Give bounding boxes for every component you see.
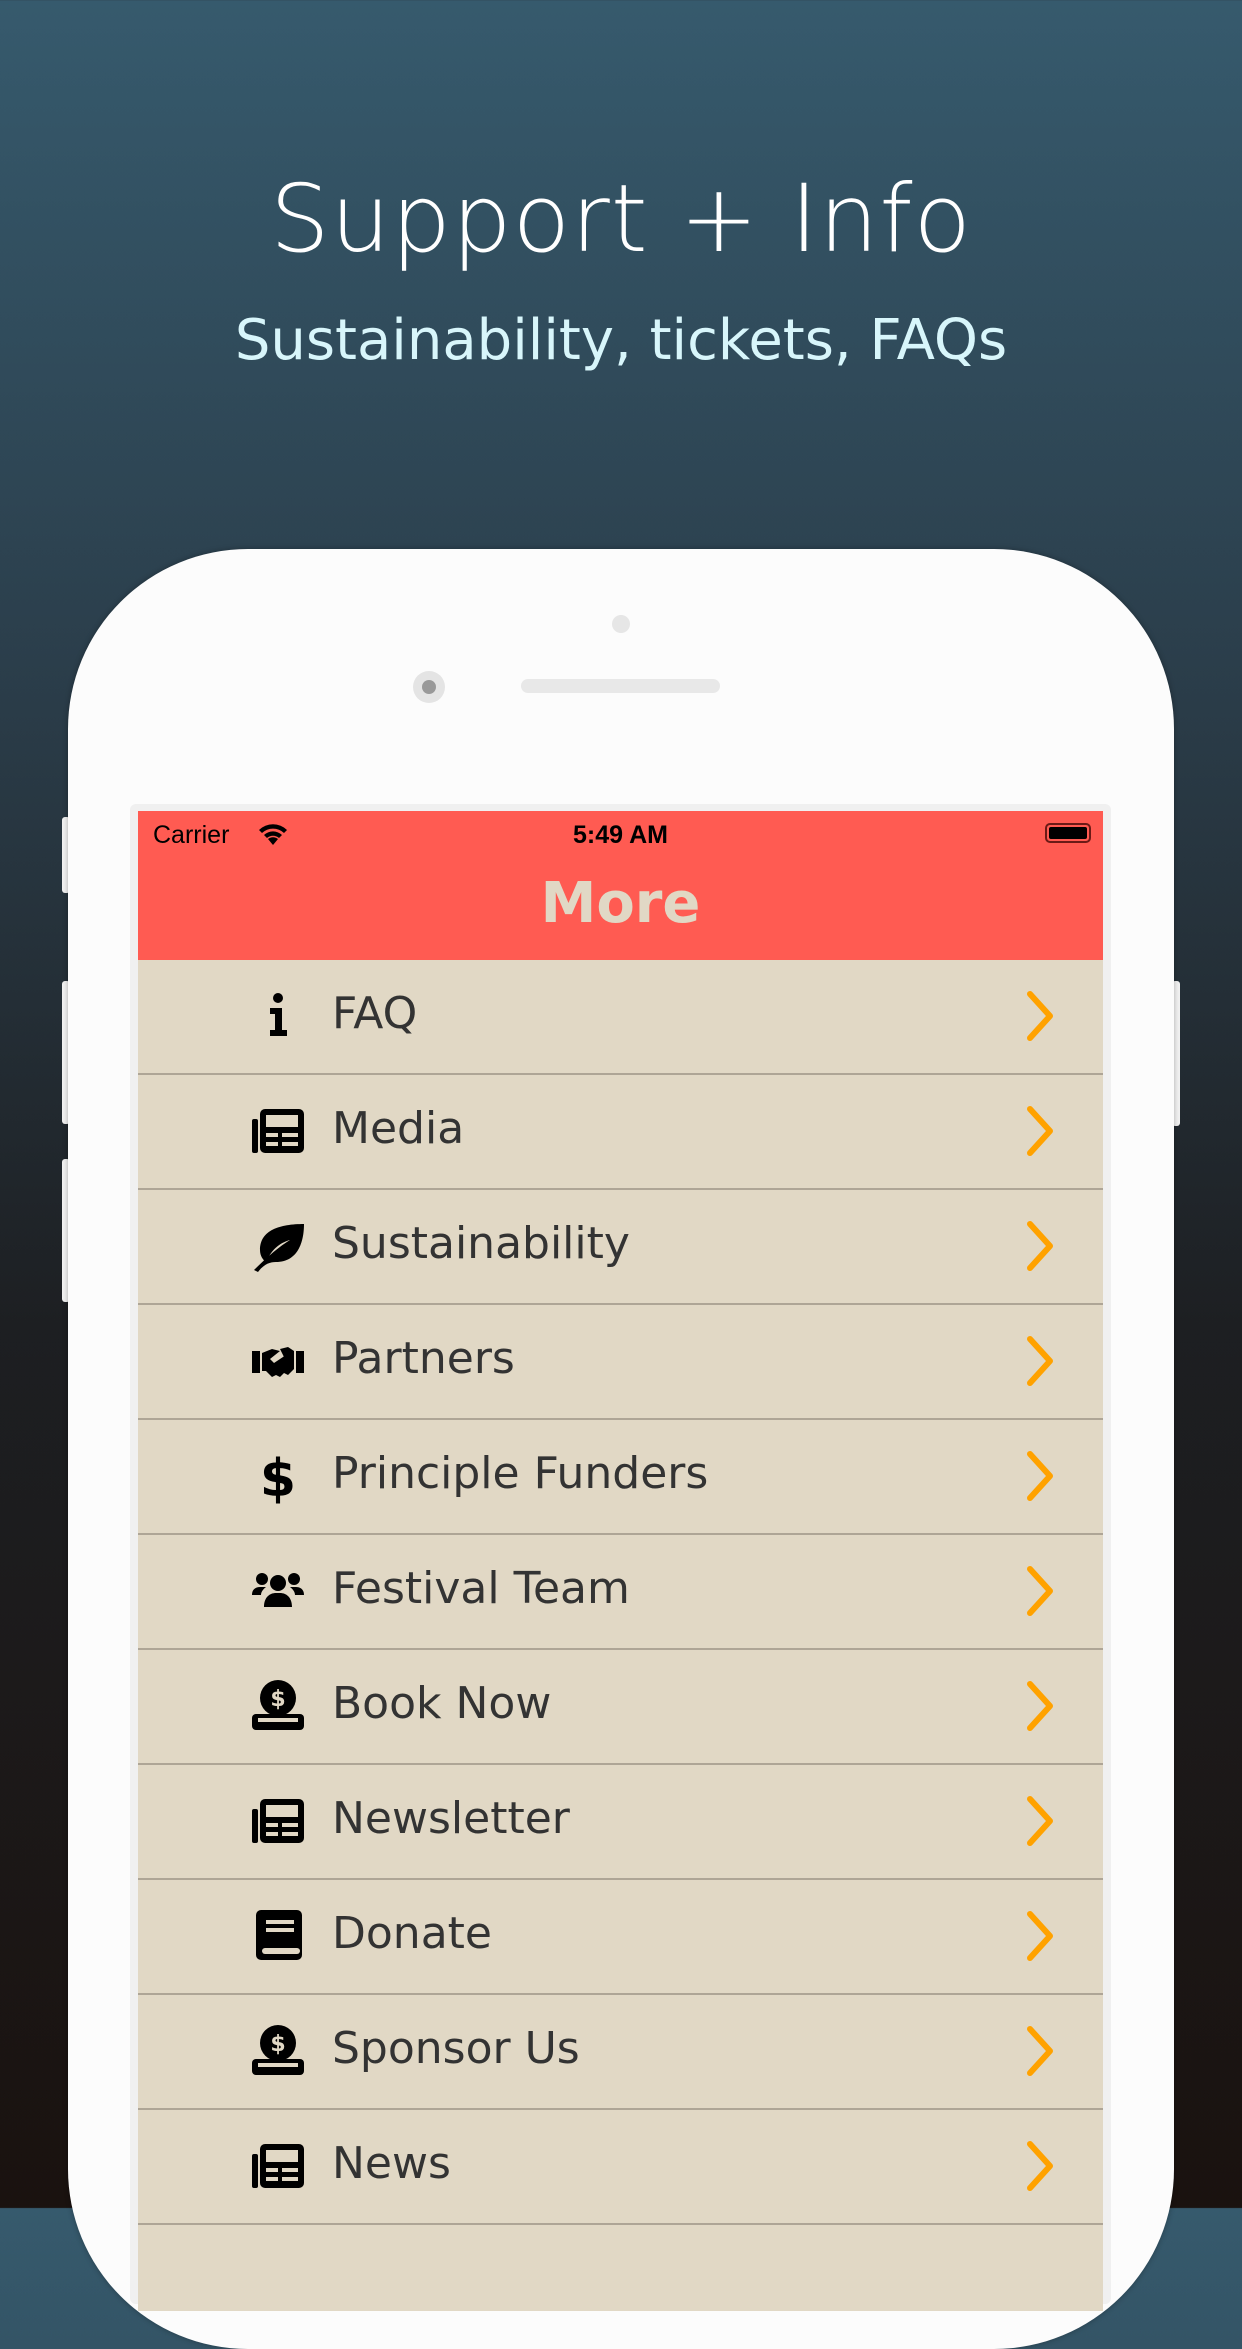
menu-item-media[interactable]: Media [138,1075,1103,1190]
menu-item-sponsor-us[interactable]: $ Sponsor Us [138,1995,1103,2110]
menu-item-label: News [332,2138,451,2189]
newspaper-icon [250,1103,306,1159]
menu-item-newsletter[interactable]: Newsletter [138,1765,1103,1880]
menu-item-label: FAQ [332,988,418,1039]
chevron-right-icon [1027,1566,1053,1616]
chevron-right-icon [1027,1451,1053,1501]
svg-text:$: $ [270,1687,285,1712]
hero-subtitle: Sustainability, tickets, FAQs [234,308,1008,373]
chevron-right-icon [1027,991,1053,1041]
menu-item-label: Media [332,1103,465,1154]
menu-item-festival-team[interactable]: Festival Team [138,1535,1103,1650]
menu-item-label: Partners [332,1333,515,1384]
battery-icon [1045,823,1091,843]
donate-icon: $ [250,2023,306,2079]
menu-item-label: Newsletter [332,1793,570,1844]
app-screen: Carrier 5:49 AM More FAQ Media Sustainabil… [138,811,1103,2311]
donate-icon: $ [250,1678,306,1734]
chevron-right-icon [1027,1106,1053,1156]
status-time: 5:49 AM [573,821,668,849]
handshake-icon [250,1333,306,1389]
speaker [521,679,720,693]
dollar-icon: $ [250,1448,306,1509]
chevron-right-icon [1027,1221,1053,1271]
hero-title: Support + Info [269,165,973,274]
menu-item-principle-funders[interactable]: $ Principle Funders [138,1420,1103,1535]
chevron-right-icon [1027,1681,1053,1731]
menu-item-label: Book Now [332,1678,552,1729]
chevron-right-icon [1027,2141,1053,2191]
menu-list: FAQ Media Sustainability Partners $ Principle… [138,960,1103,2225]
leaf-icon [250,1218,306,1274]
svg-text:$: $ [270,2032,285,2057]
menu-item-donate[interactable]: Donate [138,1880,1103,1995]
menu-item-label: Festival Team [332,1563,630,1614]
info-icon [250,988,306,1044]
svg-text:$: $ [260,1449,296,1504]
book-icon [250,1908,306,1964]
front-camera [413,671,445,703]
menu-item-label: Sustainability [332,1218,630,1269]
chevron-right-icon [1027,1911,1053,1961]
newspaper-icon [250,1793,306,1849]
menu-item-label: Donate [332,1908,492,1959]
menu-item-faq[interactable]: FAQ [138,960,1103,1075]
menu-item-label: Sponsor Us [332,2023,580,2074]
menu-item-partners[interactable]: Partners [138,1305,1103,1420]
users-icon [250,1563,306,1619]
menu-item-label: Principle Funders [332,1448,709,1499]
chevron-right-icon [1027,1336,1053,1386]
menu-item-book-now[interactable]: $ Book Now [138,1650,1103,1765]
status-bar: Carrier 5:49 AM [138,811,1103,860]
newspaper-icon [250,2138,306,2194]
nav-header: Carrier 5:49 AM More [138,811,1103,960]
proximity-sensor [612,615,630,633]
chevron-right-icon [1027,2026,1053,2076]
chevron-right-icon [1027,1796,1053,1846]
menu-item-sustainability[interactable]: Sustainability [138,1190,1103,1305]
page-title: More [540,871,701,936]
